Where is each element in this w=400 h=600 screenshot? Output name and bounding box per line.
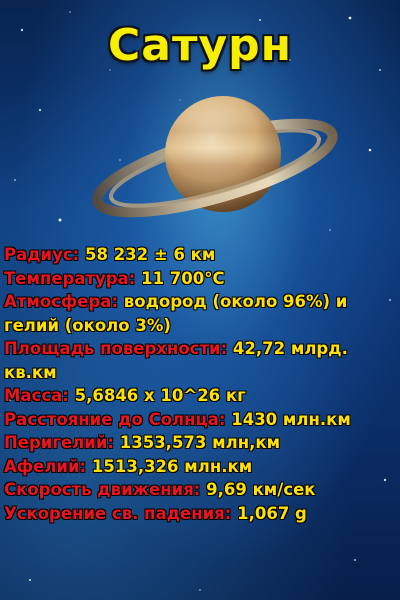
fact-value: 1513,326 млн.км (91, 456, 253, 476)
fact-atmosphere: Атмосфера: водород (около 96%) и гелий (… (4, 290, 396, 337)
fact-label: Ускорение св. падения: (4, 503, 232, 523)
fact-perihelion: Перигелий: 1353,573 млн,км (4, 431, 396, 455)
fact-temperature: Температура: 11 700°C (4, 267, 396, 291)
fact-label: Масса: (4, 386, 69, 405)
fact-value: 1430 млн.км (231, 409, 351, 429)
fact-value: 5,6846 x 10^26 кг (74, 386, 246, 405)
fact-value: 58 232 ± 6 км (85, 245, 216, 264)
fact-value: 9,69 км/сек (206, 480, 316, 499)
fact-value: 11 700°C (141, 268, 225, 288)
saturn-illustration (92, 96, 338, 218)
fact-aphelion: Афелий: 1513,326 млн.км (4, 455, 396, 479)
fact-mass: Масса: 5,6846 x 10^26 кг (4, 384, 396, 408)
fact-orbital-speed: Скорость движения: 9,69 км/сек (4, 478, 396, 502)
page-title: Сатурн (107, 20, 293, 71)
facts-list: Радиус: 58 232 ± 6 км Температура: 11 70… (4, 243, 396, 525)
fact-label: Радиус: (4, 245, 80, 264)
fact-label: Афелий: (4, 456, 87, 476)
fact-gravity: Ускорение св. падения: 1,067 g (4, 502, 396, 526)
fact-label: Расстояние до Солнца: (4, 409, 226, 429)
fact-label: Атмосфера: (4, 292, 119, 311)
fact-surface-area: Площадь поверхности: 42,72 млрд. кв.км (4, 337, 396, 384)
fact-label: Площадь поверхности: (4, 339, 228, 358)
fact-value: 1,067 g (237, 503, 307, 523)
fact-value: 1353,573 млн,км (119, 433, 281, 452)
fact-distance-to-sun: Расстояние до Солнца: 1430 млн.км (4, 408, 396, 432)
fact-radius: Радиус: 58 232 ± 6 км (4, 243, 396, 267)
fact-label: Перигелий: (4, 433, 114, 452)
fact-label: Температура: (4, 268, 136, 288)
fact-label: Скорость движения: (4, 480, 201, 499)
